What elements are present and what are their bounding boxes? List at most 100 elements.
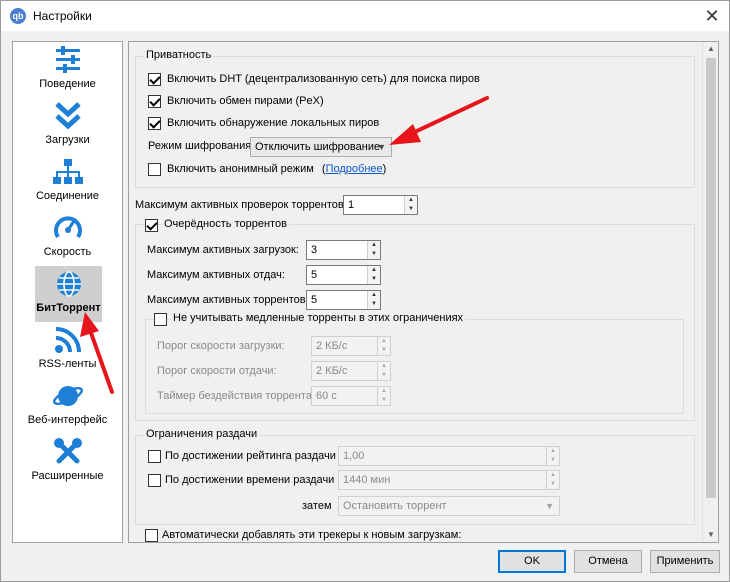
sidebar-item-downloads[interactable]: Загрузки [13,98,122,154]
sliders-icon [55,46,80,73]
title-bar: qb Настройки ✕ [1,1,729,31]
app-icon: qb [10,8,26,24]
spin-up-icon[interactable]: ▲ [547,447,559,456]
spin-up-icon[interactable]: ▲ [368,291,380,300]
spin-down-icon[interactable]: ▼ [547,456,559,465]
time-limit-spinbox[interactable]: 1440 мин ▲ ▼ [338,470,560,490]
inactivity-timer-value: 60 с [316,390,337,402]
ok-button[interactable]: OK [498,550,566,573]
ratio-limit-value: 1,00 [343,450,365,462]
spin-up-icon[interactable]: ▲ [378,337,390,346]
spin-up-icon[interactable]: ▲ [405,196,417,205]
spin-buttons[interactable]: ▲ ▼ [404,196,417,214]
privacy-group-title: Приватность [144,49,214,61]
time-limit-checkbox[interactable] [148,474,161,487]
upload-threshold-value: 2 КБ/с [316,365,348,377]
upload-threshold-spinbox[interactable]: 2 КБ/с ▲ ▼ [311,361,391,381]
spin-down-icon[interactable]: ▼ [368,300,380,309]
rss-icon [54,327,81,353]
speedometer-icon [53,216,82,239]
encryption-mode-value: Отключить шифрование [255,141,381,153]
spin-up-icon[interactable]: ▲ [368,266,380,275]
sidebar-item-speed[interactable]: Скорость [13,210,122,266]
sidebar-item-rss[interactable]: RSS-ленты [13,322,122,378]
spin-buttons[interactable]: ▲ ▼ [377,337,390,355]
max-downloads-value: 3 [311,244,318,256]
chevron-down-icon: ▼ [377,142,386,152]
max-checks-spinbox[interactable]: 1 ▲ ▼ [343,195,418,215]
spin-buttons[interactable]: ▲ ▼ [546,471,559,489]
lpd-label: Включить обнаружение локальных пиров [167,117,380,129]
then-action-value: Остановить торрент [343,500,447,512]
spin-down-icon[interactable]: ▼ [405,205,417,214]
anonymous-mode-label: Включить анонимный режим (Подробнее) [167,163,386,175]
more-info-link[interactable]: Подробнее [326,163,383,175]
spin-up-icon[interactable]: ▲ [547,471,559,480]
time-limit-label: По достижении времени раздачи [165,474,335,486]
dht-checkbox[interactable] [148,73,161,86]
spin-buttons[interactable]: ▲ ▼ [367,241,380,259]
sidebar-item-bittorrent[interactable]: БитТоррент [35,266,102,322]
max-torrents-spinbox[interactable]: 5 ▲ ▼ [306,290,381,310]
apply-button[interactable]: Применить [650,550,720,573]
vertical-scrollbar[interactable]: ▲ ▼ [702,42,718,542]
max-downloads-label: Максимум активных загрузок: [147,244,299,256]
anonymous-mode-text: Включить анонимный режим [167,163,314,175]
pex-checkbox[interactable] [148,95,161,108]
auto-trackers-checkbox[interactable] [145,529,158,542]
slow-torrents-label: Не учитывать медленные торренты в этих о… [171,312,466,324]
scroll-up-icon[interactable]: ▲ [703,42,718,56]
double-chevron-down-icon [54,102,81,130]
spin-down-icon[interactable]: ▼ [547,480,559,489]
spin-buttons[interactable]: ▲ ▼ [546,447,559,465]
sidebar-item-label: Загрузки [45,134,90,146]
slow-torrents-checkbox[interactable] [154,313,167,326]
cancel-button[interactable]: Отмена [574,550,642,573]
time-limit-value: 1440 мин [343,474,391,486]
ratio-limit-spinbox[interactable]: 1,00 ▲ ▼ [338,446,560,466]
encryption-mode-label: Режим шифрования: [148,140,255,152]
max-torrents-value: 5 [311,294,318,306]
scroll-down-icon[interactable]: ▼ [703,528,718,542]
max-uploads-spinbox[interactable]: 5 ▲ ▼ [306,265,381,285]
spin-buttons[interactable]: ▲ ▼ [377,387,390,405]
spin-down-icon[interactable]: ▼ [378,346,390,355]
sidebar-item-behavior[interactable]: Поведение [13,42,122,98]
spin-buttons[interactable]: ▲ ▼ [367,266,380,284]
upload-threshold-label: Порог скорости отдачи: [157,365,277,377]
spin-buttons[interactable]: ▲ ▼ [367,291,380,309]
link-paren-close: ) [382,163,387,175]
then-action-select[interactable]: Остановить торрент ▼ [338,496,560,516]
spin-up-icon[interactable]: ▲ [378,362,390,371]
max-downloads-spinbox[interactable]: 3 ▲ ▼ [306,240,381,260]
max-uploads-value: 5 [311,269,318,281]
max-checks-value: 1 [348,199,355,211]
spin-down-icon[interactable]: ▼ [378,371,390,380]
settings-sidebar: Поведение Загрузки Соединение Скорость Б… [12,41,123,543]
spin-down-icon[interactable]: ▼ [368,275,380,284]
spin-down-icon[interactable]: ▼ [368,250,380,259]
anonymous-mode-checkbox[interactable] [148,163,161,176]
scroll-thumb[interactable] [706,58,716,498]
sidebar-item-label: Поведение [39,78,96,90]
ratio-limit-checkbox[interactable] [148,450,161,463]
sidebar-item-connection[interactable]: Соединение [13,154,122,210]
queue-checkbox[interactable] [145,219,158,232]
sidebar-item-webui[interactable]: Веб-интерфейс [13,378,122,434]
sidebar-item-advanced[interactable]: Расширенные [13,434,122,490]
sidebar-item-label: RSS-ленты [38,358,97,370]
encryption-mode-select[interactable]: Отключить шифрование ▼ [250,137,392,157]
download-threshold-spinbox[interactable]: 2 КБ/с ▲ ▼ [311,336,391,356]
spin-buttons[interactable]: ▲ ▼ [377,362,390,380]
max-checks-label: Максимум активных проверок торрентов: [135,199,347,211]
spin-up-icon[interactable]: ▲ [368,241,380,250]
close-button[interactable]: ✕ [699,3,725,29]
lpd-checkbox[interactable] [148,117,161,130]
then-label: затем [302,500,332,512]
sidebar-item-label: Скорость [43,246,92,258]
inactivity-timer-label: Таймер бездействия торрента: [157,390,315,402]
inactivity-timer-spinbox[interactable]: 60 с ▲ ▼ [311,386,391,406]
chevron-down-icon: ▼ [545,501,554,511]
spin-down-icon[interactable]: ▼ [378,396,390,405]
spin-up-icon[interactable]: ▲ [378,387,390,396]
